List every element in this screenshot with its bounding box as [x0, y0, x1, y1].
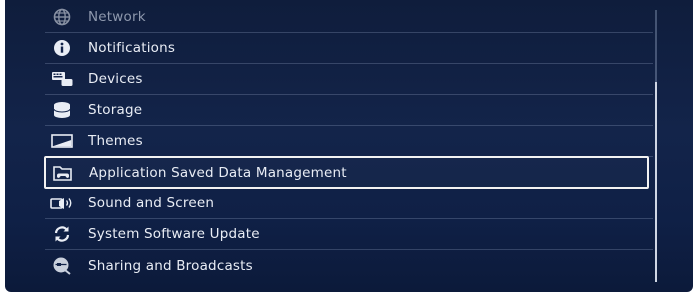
settings-item-network[interactable]: Network — [45, 2, 653, 33]
settings-item-label: Notifications — [88, 40, 176, 56]
scrollbar-thumb[interactable] — [655, 82, 657, 282]
settings-item-sound-and-screen[interactable]: Sound and Screen — [45, 188, 653, 219]
settings-item-storage[interactable]: Storage — [45, 95, 653, 126]
settings-item-label: Storage — [88, 102, 143, 118]
settings-item-label: Network — [88, 9, 146, 25]
settings-item-sharing-and-broadcasts[interactable]: Sharing and Broadcasts — [45, 250, 653, 281]
settings-item-devices[interactable]: Devices — [45, 64, 653, 95]
globe-icon — [47, 7, 77, 27]
themes-icon — [47, 131, 77, 151]
settings-item-label: System Software Update — [88, 226, 260, 242]
settings-item-themes[interactable]: Themes — [45, 126, 653, 157]
folder-controller-icon — [48, 163, 78, 183]
settings-item-label: Themes — [88, 133, 143, 149]
settings-item-label: Sound and Screen — [88, 195, 215, 211]
speaker-icon — [47, 193, 77, 213]
info-icon — [47, 38, 77, 58]
storage-icon — [47, 100, 77, 120]
devices-icon — [47, 69, 77, 89]
settings-item-system-software-update[interactable]: System Software Update — [45, 219, 653, 250]
settings-screen: Network Notifications Devices Storage Th… — [5, 0, 693, 292]
settings-item-notifications[interactable]: Notifications — [45, 33, 653, 64]
settings-item-label: Sharing and Broadcasts — [88, 257, 253, 274]
settings-item-label: Application Saved Data Management — [89, 164, 347, 181]
settings-item-application-saved-data[interactable]: Application Saved Data Management — [44, 156, 649, 189]
scrollbar-track[interactable] — [655, 10, 657, 282]
broadcast-icon — [47, 256, 77, 276]
refresh-icon — [47, 224, 77, 244]
settings-item-label: Devices — [88, 71, 143, 87]
